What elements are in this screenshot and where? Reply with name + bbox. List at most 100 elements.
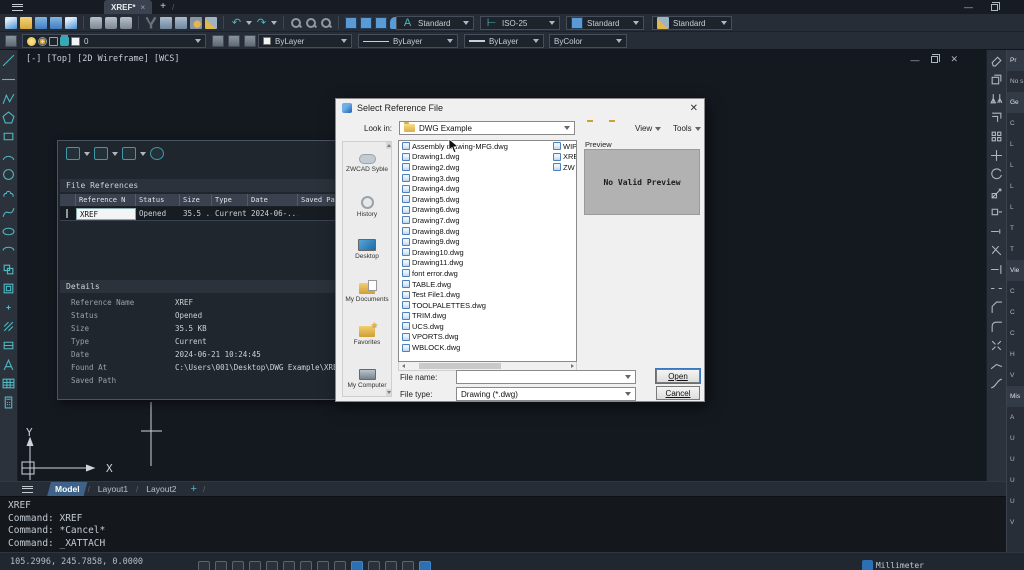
file-list[interactable]: Assembly drawing-MFG.dwgDrawing1.dwgDraw… (398, 140, 577, 362)
attach-xref-icon[interactable] (66, 147, 80, 160)
rectangle-icon[interactable] (2, 130, 15, 143)
layer-color-swatch-icon[interactable] (71, 37, 80, 46)
lineweight-toggle[interactable] (317, 561, 329, 570)
ellipse-arc-icon[interactable] (2, 244, 15, 257)
file-item[interactable]: Drawing9.dwg (399, 236, 576, 247)
units-indicator[interactable]: Millimeter (862, 560, 924, 570)
otrack-toggle[interactable] (283, 561, 295, 570)
chamfer-icon[interactable] (990, 301, 1003, 314)
osnap-toggle[interactable] (266, 561, 278, 570)
open-button[interactable]: Open (656, 369, 700, 383)
layer-lock-icon[interactable] (60, 37, 69, 46)
grid-toggle[interactable] (198, 561, 210, 570)
close-tab-icon[interactable]: × (140, 3, 145, 12)
scroll-right-icon[interactable] (568, 363, 576, 369)
scrollbar-thumb[interactable] (419, 363, 501, 369)
isolate-objects-toggle[interactable] (402, 561, 414, 570)
blend-icon[interactable] (990, 377, 1003, 390)
polyline-icon[interactable] (2, 92, 15, 105)
fillet-icon[interactable] (990, 320, 1003, 333)
cancel-button[interactable]: Cancel (656, 386, 700, 400)
table-icon[interactable] (2, 377, 15, 390)
arc-icon[interactable] (2, 149, 15, 162)
chevron-down-icon[interactable] (246, 21, 252, 25)
annotation-scale-toggle[interactable] (368, 561, 380, 570)
document-tab[interactable]: XREF* × (104, 0, 152, 14)
snap-toggle[interactable] (215, 561, 227, 570)
place-item-my-computer[interactable]: My Computer (343, 357, 391, 397)
tools-menu-button[interactable]: Tools (673, 124, 701, 133)
format-painter-icon[interactable] (205, 17, 217, 29)
add-layout-button[interactable]: + (191, 483, 197, 495)
col-size[interactable]: Size (180, 194, 212, 206)
break-icon[interactable] (990, 282, 1003, 295)
copy-clip-icon[interactable] (160, 17, 172, 29)
app-menu-button[interactable] (0, 0, 34, 14)
polygon-icon[interactable] (2, 111, 15, 124)
chevron-down-icon[interactable] (112, 152, 118, 156)
file-item[interactable]: VPORTS.dwg (399, 332, 576, 343)
redo-icon[interactable]: ↷ (255, 17, 268, 29)
erase-icon[interactable] (990, 54, 1003, 67)
hatch-icon[interactable] (2, 320, 15, 333)
file-item[interactable]: WIP (550, 141, 577, 152)
match-properties-icon[interactable] (190, 17, 202, 29)
place-item-history[interactable]: History (343, 185, 391, 228)
annotation-visibility-toggle[interactable] (385, 561, 397, 570)
stretch-icon[interactable] (990, 206, 1003, 219)
region-icon[interactable] (2, 339, 15, 352)
file-item[interactable]: Drawing6.dwg (399, 205, 576, 216)
place-item-favorites[interactable]: Favorites (343, 314, 391, 357)
layer-previous-icon[interactable] (212, 35, 224, 47)
layer-freeze-icon[interactable] (38, 37, 47, 46)
ellipse-icon[interactable] (2, 225, 15, 238)
scroll-left-icon[interactable] (399, 363, 407, 369)
point-icon[interactable] (2, 301, 15, 314)
rotate-icon[interactable] (990, 168, 1003, 181)
paste-clip-icon[interactable] (175, 17, 187, 29)
chevron-down-icon[interactable] (84, 152, 90, 156)
move-icon[interactable] (990, 149, 1003, 162)
cell-reference-name[interactable]: XREF (76, 208, 136, 220)
file-item[interactable]: Drawing8.dwg (399, 226, 576, 237)
undo-icon[interactable]: ↶ (230, 17, 243, 29)
place-item-zwcad-syble[interactable]: ZWCAD Syble (343, 142, 391, 185)
workspace-toggle[interactable] (419, 561, 431, 570)
mtext-icon[interactable] (2, 358, 15, 371)
layer-isolate-icon[interactable] (244, 35, 256, 47)
file-item[interactable]: WBLOCK.dwg (399, 342, 576, 353)
scale-icon[interactable] (990, 187, 1003, 200)
viewport-config-icon[interactable] (345, 17, 357, 29)
new-tab-button[interactable]: + (160, 2, 166, 12)
new-file-icon[interactable] (5, 17, 17, 29)
mirror-icon[interactable] (990, 92, 1003, 105)
layer-properties-icon[interactable] (5, 35, 17, 47)
file-item[interactable]: Drawing11.dwg (399, 258, 576, 269)
spline-icon[interactable] (2, 206, 15, 219)
help-circle-icon[interactable] (150, 147, 164, 160)
refresh-xref-icon[interactable] (94, 147, 108, 160)
lineweight-control-combo[interactable]: ByLayer (464, 34, 544, 48)
place-item-my-documents[interactable]: My Documents (343, 271, 391, 314)
file-item[interactable]: TRIM.dwg (399, 311, 576, 322)
extend-icon[interactable] (990, 263, 1003, 276)
zoom-window-icon[interactable] (306, 18, 316, 28)
join-icon[interactable] (990, 358, 1003, 371)
layer-on-icon[interactable] (27, 37, 36, 46)
explode-icon[interactable] (990, 339, 1003, 352)
file-item[interactable]: XRE (550, 152, 577, 163)
layer-plot-icon[interactable] (49, 37, 58, 46)
color-control-combo[interactable]: ByLayer (258, 34, 352, 48)
look-in-combo[interactable]: DWG Example (399, 121, 575, 135)
chevron-down-icon[interactable] (140, 152, 146, 156)
insert-block-icon[interactable] (2, 263, 15, 276)
polar-toggle[interactable] (249, 561, 261, 570)
doc-minimize-icon[interactable]: — (910, 55, 919, 65)
tab-layout2[interactable]: Layout2 (138, 482, 184, 497)
linetype-control-combo[interactable]: ByLayer (358, 34, 458, 48)
col-type[interactable]: Type (212, 194, 248, 206)
mleader-style-combo[interactable]: Standard (652, 16, 732, 30)
circle-icon[interactable] (2, 168, 15, 181)
file-item[interactable]: UCS.dwg (399, 321, 576, 332)
lengthen-icon[interactable] (990, 225, 1003, 238)
